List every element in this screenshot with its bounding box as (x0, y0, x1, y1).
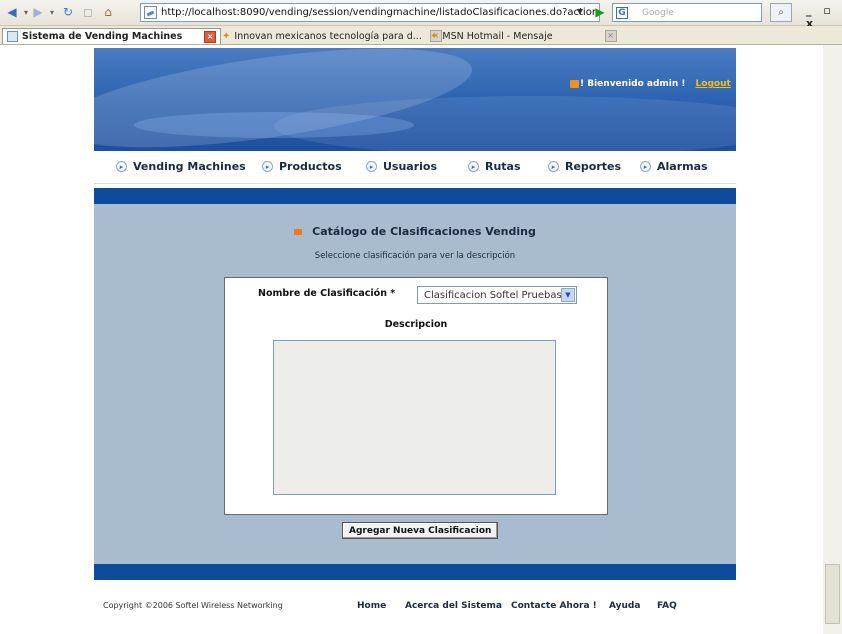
reload-icon[interactable]: ↻ (60, 4, 76, 20)
tab-msn-hotmail[interactable]: ✦ MSN Hotmail - Mensaje × (426, 28, 621, 44)
classification-select[interactable]: Clasificacion Softel Pruebas ▼ (417, 286, 577, 304)
nav-label: Usuarios (383, 160, 438, 173)
tab-sistema-vending[interactable]: Sistema de Vending Machines × (2, 28, 222, 44)
description-textarea[interactable] (273, 340, 556, 495)
nav-item-productos[interactable]: ▸ Productos (262, 160, 342, 173)
add-classification-button[interactable]: Agregar Nueva Clasificacion (342, 522, 499, 539)
page-favicon-icon (144, 6, 157, 19)
main-content: Catálogo de Clasificaciones Vending Sele… (94, 204, 736, 566)
nav-item-reportes[interactable]: ▸ Reportes (548, 160, 621, 173)
site-header: ! Bienvenido admin ! Logout (94, 48, 736, 151)
nav-item-rutas[interactable]: ▸ Rutas (468, 160, 521, 173)
title-bullet-icon (294, 228, 303, 235)
nav-label: Reportes (565, 160, 622, 173)
arrow-bullet-icon: ▸ (640, 161, 651, 172)
footer-link-ayuda[interactable]: Ayuda (609, 601, 640, 611)
main-nav: ▸ Vending Machines ▸ Productos ▸ Usuario… (94, 151, 736, 184)
search-box[interactable]: G Google (612, 3, 762, 22)
description-label: Descripcion (384, 319, 448, 330)
nav-label: Vending Machines (133, 160, 246, 173)
page-title: Catálogo de Clasificaciones Vending (94, 225, 736, 238)
arrow-bullet-icon: ▸ (366, 161, 377, 172)
copyright-text: Copyright ©2006 Softel Wireless Networki… (103, 601, 283, 610)
welcome-area: ! Bienvenido admin ! Logout (570, 79, 731, 89)
page-scrollbar[interactable] (823, 45, 842, 634)
logout-link[interactable]: Logout (696, 79, 731, 89)
close-tab-icon[interactable]: × (604, 30, 617, 42)
nav-label: Productos (279, 160, 342, 173)
tab-innovan[interactable]: ✦ Innovan mexicanos tecnología para d...… (218, 28, 446, 44)
page-title-text: Catálogo de Clasificaciones Vending (312, 225, 536, 238)
tab-favicon-icon (7, 31, 18, 42)
arrow-bullet-icon: ▸ (262, 161, 273, 172)
footer-link-contacte[interactable]: Contacte Ahora ! (511, 601, 597, 611)
footer-link-home[interactable]: Home (357, 601, 386, 611)
tab-bar: Sistema de Vending Machines × ✦ Innovan … (0, 26, 842, 45)
site-footer: Copyright ©2006 Softel Wireless Networki… (94, 599, 736, 619)
tab-label: Sistema de Vending Machines (22, 31, 183, 42)
search-placeholder: Google (642, 7, 674, 18)
page-subtitle: Seleccione clasificación para ver la des… (314, 251, 516, 261)
address-dropdown-icon[interactable]: ▼ (572, 3, 588, 20)
address-bar[interactable]: http://localhost:8090/vending/session/ve… (140, 3, 600, 22)
search-icon[interactable]: ⌕ (770, 3, 792, 22)
chevron-down-icon[interactable]: ▼ (561, 288, 575, 302)
arrow-bullet-icon: ▸ (116, 161, 127, 172)
nav-label: Rutas (485, 160, 521, 173)
browser-toolbar: ◀ ▾ ▶ ▾ ↻ ◻ ⌂ http://localhost:8090/vend… (0, 0, 842, 30)
classification-panel: Nombre de Clasificación * Clasificacion … (224, 277, 608, 515)
msn-butterfly-icon: ✦ (222, 30, 231, 42)
bottom-band (94, 564, 736, 580)
google-icon: G (616, 6, 628, 19)
arrow-bullet-icon: ▸ (468, 161, 479, 172)
nav-item-usuarios[interactable]: ▸ Usuarios (366, 160, 437, 173)
footer-link-acerca[interactable]: Acerca del Sistema (405, 601, 502, 611)
stop-icon[interactable]: ◻ (80, 4, 96, 20)
classification-select-value: Clasificacion Softel Pruebas (424, 289, 562, 301)
arrow-bullet-icon: ▸ (548, 161, 559, 172)
user-icon (570, 80, 579, 88)
scrollbar-thumb[interactable] (825, 564, 840, 624)
classification-name-label: Nombre de Clasificación * (258, 288, 396, 299)
footer-link-faq[interactable]: FAQ (657, 601, 677, 611)
nav-item-vending-machines[interactable]: ▸ Vending Machines (116, 160, 246, 173)
tab-label: Innovan mexicanos tecnología para d... (234, 30, 422, 42)
address-text: http://localhost:8090/vending/session/ve… (161, 7, 600, 18)
top-band (94, 188, 736, 204)
home-icon[interactable]: ⌂ (100, 4, 116, 20)
close-tab-icon[interactable]: × (204, 30, 217, 43)
nav-label: Alarmas (657, 160, 708, 173)
welcome-text: ! Bienvenido admin ! (580, 79, 686, 89)
nav-item-alarmas[interactable]: ▸ Alarmas (640, 160, 708, 173)
forward-dropdown-icon[interactable]: ▾ (44, 4, 60, 20)
go-icon[interactable]: ▶ (592, 4, 608, 20)
msn-butterfly-icon: ✦ (430, 30, 439, 42)
tab-label: MSN Hotmail - Mensaje (442, 30, 553, 42)
